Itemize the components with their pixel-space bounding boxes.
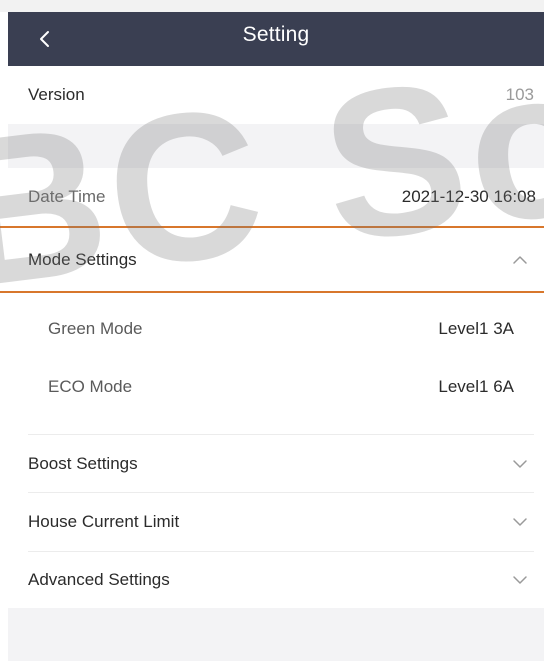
green-mode-label: Green Mode — [48, 319, 143, 338]
boost-settings-row[interactable]: Boost Settings — [8, 435, 544, 492]
highlight-line-bottom — [0, 291, 544, 293]
chevron-down-icon — [510, 552, 530, 608]
version-row: Version 103 — [8, 66, 544, 124]
chevron-down-icon — [510, 435, 530, 492]
datetime-value: 2021-12-30 16:08 — [401, 187, 536, 206]
mode-settings-label: Mode Settings — [28, 249, 137, 269]
advanced-settings-label: Advanced Settings — [28, 570, 170, 589]
advanced-settings-row[interactable]: Advanced Settings — [8, 552, 544, 608]
version-value: 103 — [505, 85, 534, 104]
house-current-limit-row[interactable]: House Current Limit — [8, 493, 544, 551]
eco-mode-row[interactable]: ECO Mode Level1 6A — [8, 358, 544, 416]
green-mode-value: Level1 3A — [438, 319, 514, 338]
mode-settings-row[interactable]: Mode Settings — [8, 228, 544, 291]
datetime-row[interactable]: Date Time 2021-12-30 16:08 — [8, 168, 544, 226]
green-mode-row[interactable]: Green Mode Level1 3A — [8, 300, 544, 358]
chevron-down-icon — [510, 493, 530, 551]
eco-mode-value: Level1 6A — [438, 377, 514, 396]
house-current-limit-label: House Current Limit — [28, 512, 180, 531]
nav-bar: Setting — [8, 12, 544, 66]
boost-settings-label: Boost Settings — [28, 453, 138, 473]
settings-screen: Setting Version 103 Date Time 2021-12-30… — [0, 0, 544, 661]
section-gap — [8, 124, 544, 168]
bottom-area — [8, 608, 544, 661]
datetime-label: Date Time — [28, 187, 106, 206]
page-title: Setting — [242, 23, 310, 46]
eco-mode-label: ECO Mode — [48, 377, 133, 396]
version-label: Version — [28, 85, 85, 104]
chevron-up-icon — [510, 228, 530, 291]
status-strip — [0, 0, 544, 12]
